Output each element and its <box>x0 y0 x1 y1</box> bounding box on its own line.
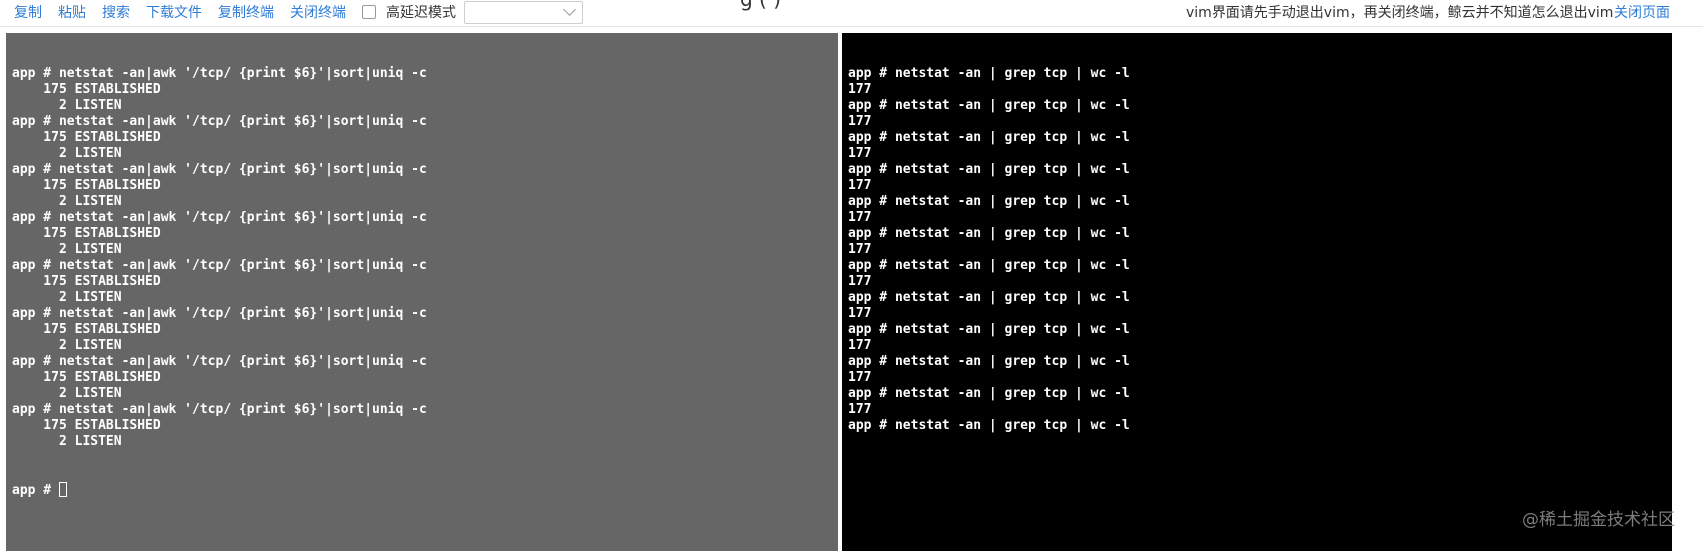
search-button[interactable]: 搜索 <box>102 4 130 22</box>
close-terminal-button[interactable]: 关闭终端 <box>290 4 346 22</box>
terminal-line: 175 ESTABLISHED <box>12 322 161 337</box>
right-terminal[interactable]: app # netstat -an | grep tcp | wc -l 177 a… <box>842 33 1672 551</box>
terminal-line: app # netstat -an | grep tcp | wc -l <box>848 66 1130 81</box>
copy-button[interactable]: 复制 <box>14 4 42 22</box>
terminal-cursor <box>58 482 67 497</box>
terminal-line: 177 <box>848 242 872 257</box>
terminal-line: 2 LISTEN <box>12 338 122 353</box>
left-terminal-output: app # netstat -an|awk '/tcp/ {print $6}'… <box>12 66 838 450</box>
high-latency-label: 高延迟模式 <box>386 5 456 21</box>
close-page-button[interactable]: 关闭页面 <box>1614 4 1670 22</box>
terminal-line: app # netstat -an | grep tcp | wc -l <box>848 162 1130 177</box>
terminal-line: app # netstat -an|awk '/tcp/ {print $6}'… <box>12 66 427 81</box>
terminal-line: 177 <box>848 402 872 417</box>
terminal-line: 175 ESTABLISHED <box>12 274 161 289</box>
page-margin <box>1672 33 1703 551</box>
terminal-line: 2 LISTEN <box>12 194 122 209</box>
terminal-line: app # netstat -an|awk '/tcp/ {print $6}'… <box>12 114 427 129</box>
terminal-line: app # netstat -an | grep tcp | wc -l <box>848 226 1130 241</box>
terminal-line: app # netstat -an | grep tcp | wc -l <box>848 130 1130 145</box>
terminal-line: app # netstat -an | grep tcp | wc -l <box>848 194 1130 209</box>
terminal-line: 177 <box>848 370 872 385</box>
terminal-line: 177 <box>848 114 872 129</box>
terminal-line: 177 <box>848 274 872 289</box>
terminal-line: 175 ESTABLISHED <box>12 82 161 97</box>
terminal-line: app # netstat -an|awk '/tcp/ {print $6}'… <box>12 354 427 369</box>
left-terminal[interactable]: app # netstat -an|awk '/tcp/ {print $6}'… <box>6 33 838 551</box>
terminal-line: app # netstat -an|awk '/tcp/ {print $6}'… <box>12 210 427 225</box>
terminal-line: 177 <box>848 210 872 225</box>
terminal-line: app # netstat -an | grep tcp | wc -l <box>848 322 1130 337</box>
terminal-line: app # netstat -an | grep tcp | wc -l <box>848 258 1130 273</box>
terminal-line: app # netstat -an | grep tcp | wc -l <box>848 386 1130 401</box>
terminal-line: app # netstat -an|awk '/tcp/ {print $6}'… <box>12 402 427 417</box>
terminal-line: app # netstat -an | grep tcp | wc -l <box>848 98 1130 113</box>
terminal-prompt: app # <box>12 483 59 498</box>
page-title: g ( ) <box>740 0 781 10</box>
terminal-line: 2 LISTEN <box>12 290 122 305</box>
terminal-line: 175 ESTABLISHED <box>12 418 161 433</box>
terminal-line: 177 <box>848 146 872 161</box>
terminal-line: 177 <box>848 306 872 321</box>
paste-button[interactable]: 粘贴 <box>58 4 86 22</box>
terminal-line: 2 LISTEN <box>12 386 122 401</box>
terminal-line: app # netstat -an|awk '/tcp/ {print $6}'… <box>12 258 427 273</box>
terminal-line: 175 ESTABLISHED <box>12 226 161 241</box>
watermark: @稀土掘金技术社区 <box>1522 510 1675 530</box>
right-terminal-output: app # netstat -an | grep tcp | wc -l 177 a… <box>848 66 1672 434</box>
terminal-line: 175 ESTABLISHED <box>12 178 161 193</box>
terminal-line: app # netstat -an | grep tcp | wc -l <box>848 354 1130 369</box>
toolbar: 复制 粘贴 搜索 下载文件 复制终端 关闭终端 高延迟模式 g ( ) vim界… <box>0 0 1703 27</box>
terminal-line: 175 ESTABLISHED <box>12 130 161 145</box>
terminal-line: app # netstat -an | grep tcp | wc -l <box>848 418 1130 433</box>
latency-select[interactable] <box>464 1 583 24</box>
terminal-line: app # netstat -an|awk '/tcp/ {print $6}'… <box>12 162 427 177</box>
terminal-line: 2 LISTEN <box>12 434 122 449</box>
chevron-down-icon <box>563 3 576 16</box>
terminal-line: 177 <box>848 338 872 353</box>
terminal-line: 177 <box>848 178 872 193</box>
download-file-button[interactable]: 下载文件 <box>146 4 202 22</box>
terminal-line: 2 LISTEN <box>12 98 122 113</box>
terminal-line: app # netstat -an | grep tcp | wc -l <box>848 290 1130 305</box>
left-terminal-prompt-line[interactable]: app # <box>12 482 838 498</box>
terminal-line: 175 ESTABLISHED <box>12 370 161 385</box>
copy-terminal-button[interactable]: 复制终端 <box>218 4 274 22</box>
terminal-line: 2 LISTEN <box>12 146 122 161</box>
high-latency-checkbox[interactable] <box>362 5 376 19</box>
terminal-line: 177 <box>848 82 872 97</box>
vim-exit-notice: vim界面请先手动退出vim，再关闭终端，鲸云并不知道怎么退出vim <box>1186 5 1614 21</box>
terminal-line: app # netstat -an|awk '/tcp/ {print $6}'… <box>12 306 427 321</box>
terminal-line: 2 LISTEN <box>12 242 122 257</box>
